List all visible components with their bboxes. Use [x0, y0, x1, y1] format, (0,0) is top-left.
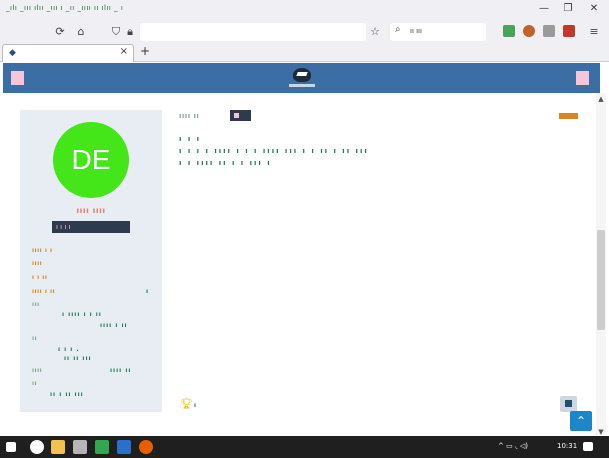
- scroll-down-icon[interactable]: ▼: [597, 428, 605, 436]
- body-line: ı ı ıııı ıı ı ı ııı ı: [179, 159, 272, 167]
- avatar: DE: [53, 122, 129, 198]
- profile-badge: ı ı ı ı: [52, 221, 130, 233]
- trophy-count: ı: [194, 402, 197, 409]
- bookmark-star-icon[interactable]: ☆: [367, 24, 383, 40]
- reload-icon[interactable]: ⟳: [52, 24, 68, 40]
- body-line: ı ı ı ı ıııı ı ı ı ıııı ııı ı ı ıı ı ıı …: [179, 147, 369, 155]
- close-window-button[interactable]: ✕: [586, 3, 602, 14]
- home-icon[interactable]: ⌂: [73, 24, 89, 40]
- field-label: ıı: [32, 335, 38, 342]
- file-explorer-icon[interactable]: [51, 440, 65, 454]
- site-header: [3, 63, 600, 93]
- search-text: ıı ııı: [410, 27, 422, 35]
- profile-card: DE ıııı ıııı ı ı ı ı ıııı ı ı ıııı ı ı ı…: [20, 110, 162, 412]
- field-value: ı: [146, 288, 150, 295]
- app-icon[interactable]: [117, 440, 131, 454]
- field-value: ıııı ı ıı: [100, 322, 128, 329]
- url-bar[interactable]: [140, 23, 366, 41]
- minimize-button[interactable]: —: [536, 3, 552, 14]
- field-label: ıııı ı ı: [32, 247, 53, 254]
- browser-menubar: _ılı _ııı ılıı _ııı ı _ıı _ıııı ıı ılıı …: [0, 0, 609, 20]
- extension-icon[interactable]: [563, 25, 575, 37]
- lock-icon[interactable]: 🔒︎: [122, 24, 138, 40]
- field-label: ıııı: [32, 260, 43, 267]
- system-tray[interactable]: ^ ▭ ◟ ◁): [498, 442, 528, 450]
- tab-close-icon[interactable]: ×: [120, 46, 128, 57]
- scrollbar-thumb[interactable]: [597, 230, 605, 330]
- extension-icon[interactable]: [503, 25, 515, 37]
- field-label: ıı: [32, 380, 38, 387]
- notification-icon[interactable]: [583, 442, 593, 451]
- tab-active[interactable]: ◆ ×: [2, 44, 134, 62]
- clock[interactable]: 10:31: [557, 442, 577, 450]
- field-label: ıııı ı ıı: [32, 288, 56, 295]
- action-link[interactable]: [559, 113, 578, 119]
- scroll-up-icon[interactable]: ▲: [597, 95, 605, 103]
- field-value: ı ıııı ı ı ıı: [62, 311, 102, 318]
- site-favicon-icon: ◆: [9, 48, 16, 58]
- search-icon: ⌕: [395, 24, 401, 35]
- search-input[interactable]: ⌕ ıı ııı: [390, 23, 486, 41]
- breadcrumb-badge[interactable]: [230, 110, 251, 121]
- badge-square-icon: [234, 113, 239, 118]
- firefox-icon[interactable]: [139, 440, 153, 454]
- taskbar: ^ ▭ ◟ ◁) 10:31: [0, 436, 609, 458]
- browser-toolbar: ⟳ ⌂ ⛉ 🔒︎ ☆ ⌕ ıı ııı ≡: [0, 20, 609, 44]
- field-value: ıııı ıı: [110, 367, 132, 374]
- app-icon[interactable]: [73, 440, 87, 454]
- profile-name: ıııı ıııı: [76, 206, 106, 215]
- tab-strip: ◆ × +: [0, 44, 609, 62]
- logo-mark: [293, 68, 311, 82]
- extension-icon[interactable]: [523, 25, 535, 37]
- app-icon[interactable]: [95, 440, 109, 454]
- trophy-icon: 🏆︎: [180, 399, 193, 410]
- search-taskbar-icon[interactable]: [30, 440, 44, 454]
- menu-toggle-button[interactable]: [11, 71, 24, 85]
- logo-tagline: [289, 84, 315, 87]
- menu-icon[interactable]: ≡: [586, 24, 602, 40]
- back-to-top-button[interactable]: ⌃: [570, 411, 592, 431]
- field-label: ı ı ıı: [32, 274, 48, 281]
- site-logo[interactable]: [289, 68, 315, 88]
- extension-icon[interactable]: [543, 25, 555, 37]
- restore-button[interactable]: ❐: [560, 3, 576, 14]
- new-tab-button[interactable]: +: [140, 44, 150, 58]
- field-value: ı ı ı .: [58, 346, 80, 353]
- chat-button[interactable]: [560, 396, 577, 412]
- field-label: ııı: [32, 301, 40, 308]
- body-line: ı ı ı: [179, 135, 202, 143]
- field-value: ıı ı ıı ııı: [50, 391, 84, 398]
- breadcrumb: ıııı ıı: [179, 112, 200, 120]
- field-value: ıı ıı ııı: [64, 355, 92, 362]
- user-menu-button[interactable]: [576, 71, 589, 85]
- windows-start-icon[interactable]: [6, 442, 16, 452]
- menu-text[interactable]: _ılı _ııı ılıı _ııı ı _ıı _ıııı ıı ılıı …: [6, 4, 123, 12]
- chat-square-icon: [565, 400, 572, 407]
- field-label: ıııı: [32, 367, 43, 374]
